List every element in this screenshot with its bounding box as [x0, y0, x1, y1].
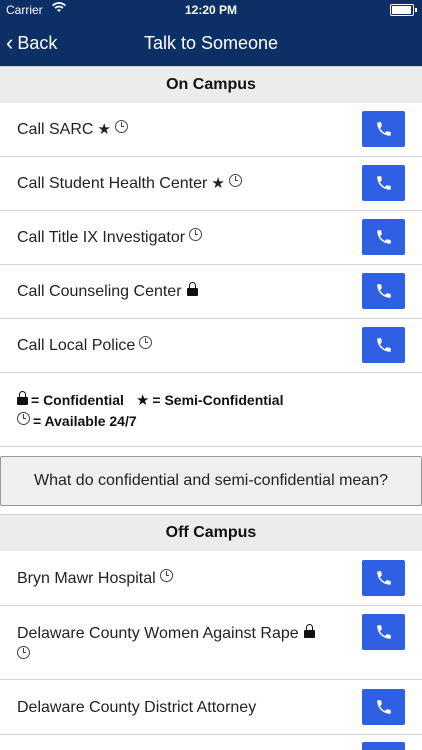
lock-icon: [17, 391, 28, 405]
page-title: Talk to Someone: [143, 33, 279, 53]
call-student-health-button[interactable]: [362, 165, 405, 201]
list-item: Call Local Police: [0, 319, 422, 373]
clock-icon: [189, 228, 203, 241]
star-icon: ★: [135, 392, 150, 409]
list-item: Delaware County Women Against Rape: [0, 606, 422, 680]
phone-icon: [376, 176, 391, 190]
status-time: 12:20 PM: [184, 3, 238, 17]
star-icon: ★: [97, 121, 111, 138]
list-item: Call SARC ★: [0, 103, 422, 157]
status-bar: Carrier 12:20 PM: [0, 0, 422, 20]
icon-legend: = Confidential ★ = Semi-Confidential = Ava…: [0, 373, 422, 447]
call-title-ix-button[interactable]: [362, 219, 405, 255]
contact-label: Call SARC ★: [17, 119, 128, 141]
contact-label: Call Local Police: [17, 335, 153, 357]
call-dcwar-button[interactable]: [362, 614, 405, 650]
call-local-police-button[interactable]: [362, 327, 405, 363]
section-header-off-campus: Off Campus: [0, 514, 422, 552]
call-bryn-mawr-button[interactable]: [362, 560, 405, 596]
clock-icon: [159, 569, 173, 582]
clock-icon: [17, 646, 30, 659]
phone-icon: [376, 230, 391, 244]
list-item: Call Student Health Center ★: [0, 157, 422, 211]
phone-icon: [376, 284, 391, 298]
call-next-button[interactable]: [362, 742, 405, 750]
contact-label: Delaware County District Attorney: [17, 699, 257, 716]
contact-label: Call Title IX Investigator: [17, 227, 203, 249]
phone-icon: [376, 122, 391, 136]
confidential-info-button[interactable]: What do confidential and semi-confidenti…: [0, 456, 422, 506]
legend-line-2: = Available 24/7: [17, 412, 137, 429]
phone-icon: [376, 625, 391, 639]
call-sarc-button[interactable]: [362, 111, 405, 147]
clock-icon: [228, 174, 242, 187]
contact-label: Delaware County Women Against Rape: [17, 623, 337, 667]
phone-icon: [376, 571, 391, 585]
clock-icon: [17, 412, 30, 425]
contact-label: Call Student Health Center ★: [17, 173, 242, 195]
lock-icon: [186, 282, 198, 296]
battery-icon: [390, 4, 417, 16]
star-icon: ★: [211, 175, 225, 192]
call-counseling-button[interactable]: [362, 273, 405, 309]
list-item: Call Title IX Investigator: [0, 211, 422, 265]
contact-label: Bryn Mawr Hospital: [17, 568, 173, 590]
list-item: Delaware County District Attorney: [0, 680, 422, 735]
contact-label: Call Counseling Center: [17, 281, 198, 303]
clock-icon: [139, 336, 153, 349]
legend-line-1: = Confidential ★ = Semi-Confidential: [17, 391, 283, 409]
section-header-on-campus: On Campus: [0, 66, 422, 104]
phone-icon: [376, 338, 391, 352]
phone-icon: [376, 700, 391, 714]
clock-icon: [114, 120, 128, 133]
lock-icon: [303, 624, 315, 638]
navigation-bar: ‹ Back Talk to Someone: [0, 20, 422, 66]
list-item: Call Counseling Center: [0, 265, 422, 319]
call-district-attorney-button[interactable]: [362, 689, 405, 725]
list-item: Bryn Mawr Hospital: [0, 551, 422, 606]
